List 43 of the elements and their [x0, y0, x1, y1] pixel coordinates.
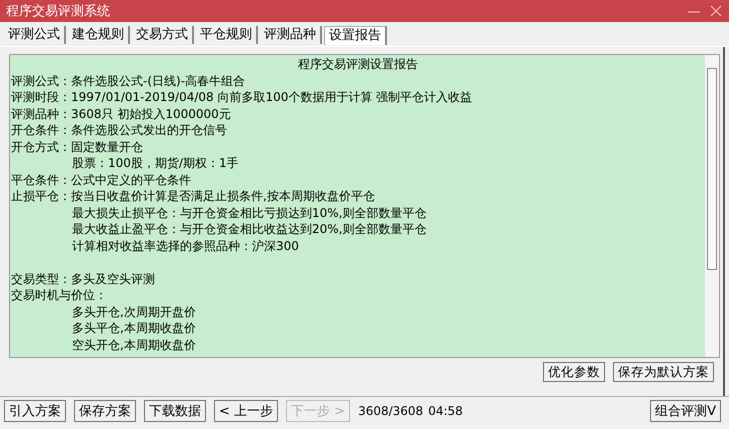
field-value: 按当日收盘价计算是否满足止损条件,按本周期收盘价平仓: [71, 188, 375, 204]
field-value: 3608只 初始投入1000000元: [71, 106, 231, 122]
field-label: 止损平仓：: [11, 188, 71, 204]
progress-count: 3608/3608: [358, 404, 424, 418]
close-icon[interactable]: [709, 4, 723, 18]
field-label: 评测时段：: [11, 89, 71, 106]
button[interactable]: < 上一步: [214, 400, 278, 422]
field-label: 评测品种：: [11, 106, 71, 122]
scrollbar[interactable]: [705, 55, 719, 357]
report-title: 程序交易评测设置报告: [297, 56, 419, 72]
window-title: 程序交易评测系统: [6, 3, 111, 20]
time-label: 04:58: [428, 404, 463, 418]
button[interactable]: 引入方案: [4, 400, 66, 422]
field-label: 平仓条件：: [11, 172, 71, 188]
field-value: 条件选股公式发出的开仓信号: [71, 122, 227, 138]
tab[interactable]: 交易方式: [132, 26, 194, 44]
field-label: 交易时机与价位：: [11, 287, 107, 304]
field-value: 固定数量开仓: [71, 138, 143, 155]
field-label: 开仓方式：: [11, 138, 71, 155]
field-label: 开仓条件：: [11, 122, 71, 138]
field-value: 最大损失止损平仓：与开仓资金相比亏损达到10%,则全部数量平仓: [71, 204, 426, 221]
field-value: 计算相对收益率选择的参照品种：沪深300: [71, 238, 299, 254]
field-value: 多头平仓,本周期收盘价: [71, 320, 196, 336]
field-value: 条件选股公式-(日线)-高春牛组合: [71, 72, 246, 89]
button[interactable]: 下载数据: [144, 400, 206, 422]
tab[interactable]: 评测品种: [260, 26, 322, 44]
button[interactable]: 优化参数: [543, 362, 605, 382]
tab[interactable]: 评测公式: [4, 26, 66, 44]
button[interactable]: 保存为默认方案: [613, 362, 714, 382]
field-value: 空头开仓,本周期收盘价: [71, 336, 196, 353]
field-value: 多头开仓,次周期开盘价: [71, 304, 196, 320]
field-value: 股票：100股，期货/期权：1手: [71, 155, 239, 172]
field-value: 多头及空头评测: [71, 270, 155, 287]
button[interactable]: 保存方案: [74, 400, 136, 422]
field-value: 公式中定义的平仓条件: [71, 172, 191, 188]
tab[interactable]: 设置报告: [324, 26, 387, 45]
tab[interactable]: 建仓规则: [68, 26, 130, 44]
tab[interactable]: 平仓规则: [196, 26, 258, 44]
field-label: 交易类型：: [11, 270, 71, 287]
field-value: 最大收益止盈平仓：与开仓资金相比收益达到20%,则全部数量平仓: [71, 221, 426, 238]
button[interactable]: 组合评测V: [650, 400, 721, 422]
field-value: 1997/01/01-2019/04/08 向前多取100个数据用于计算 强制平仓计入收益: [71, 89, 472, 106]
field-label: 评测公式：: [11, 72, 71, 89]
